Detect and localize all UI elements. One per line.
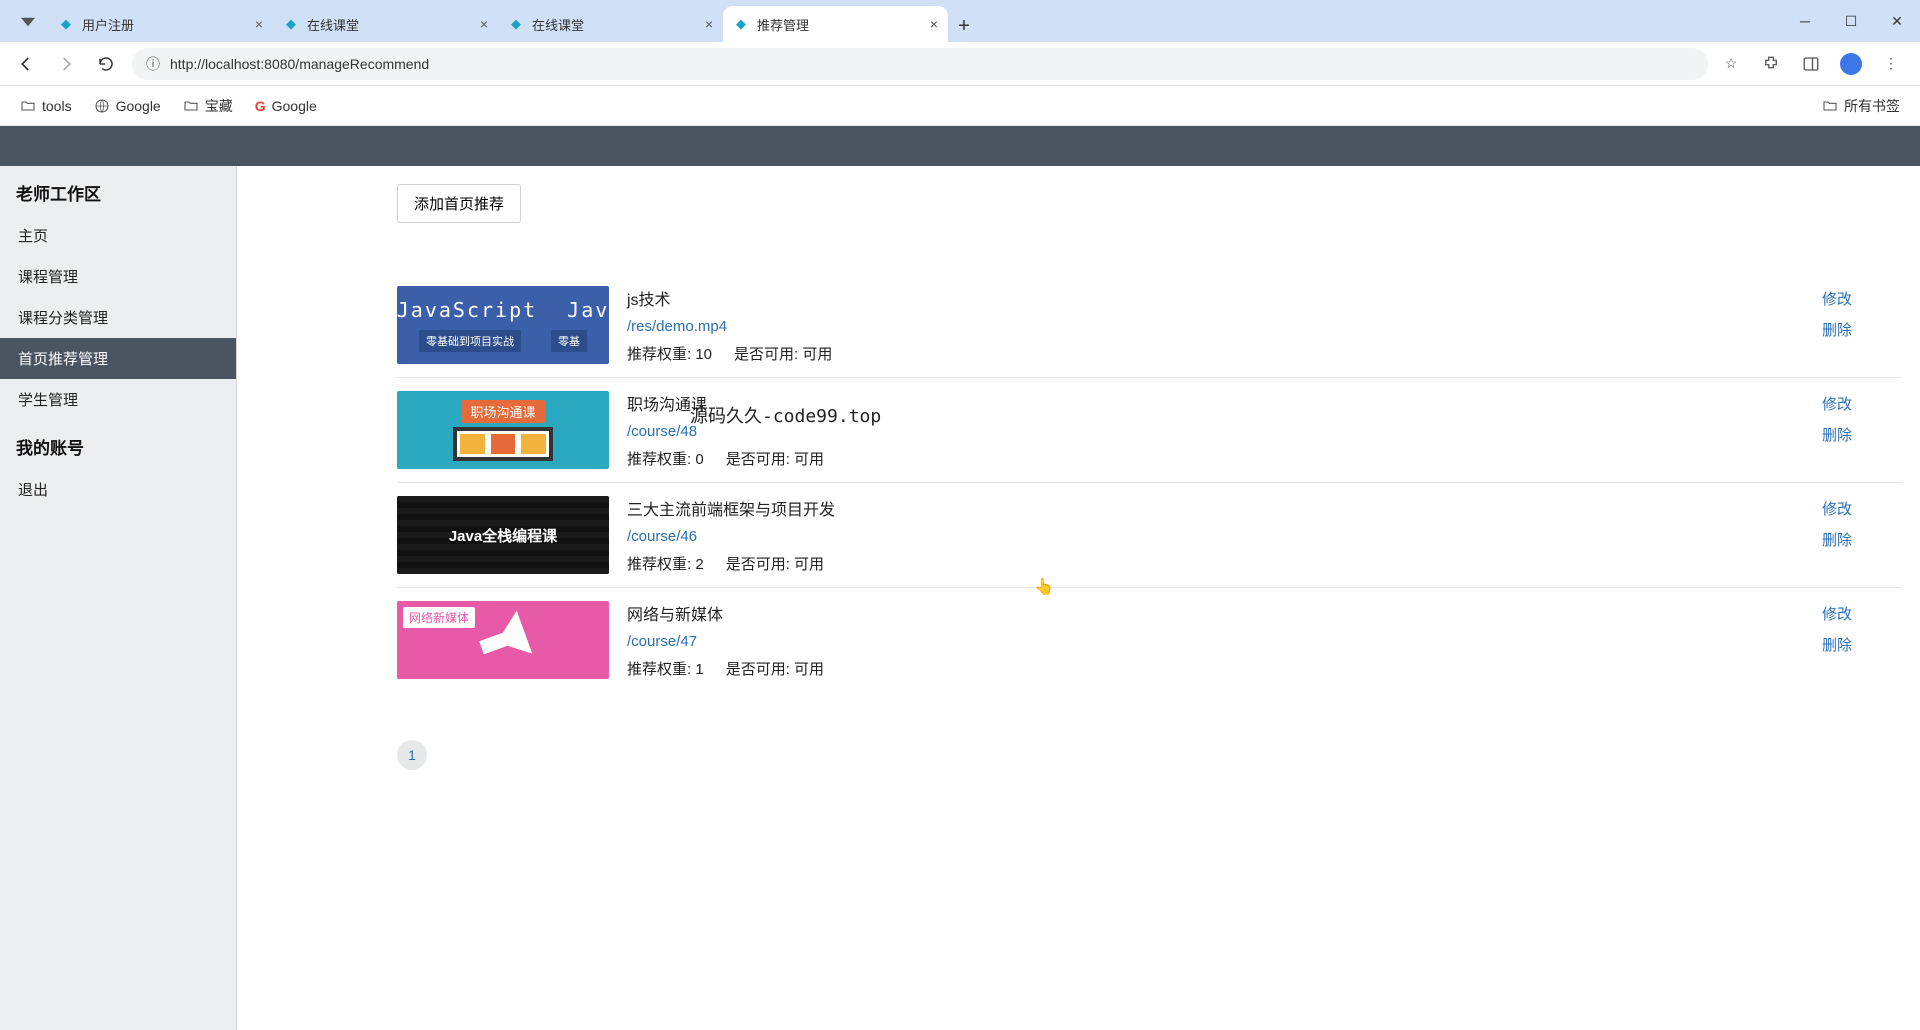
browser-tab-2[interactable]: ◆ 在线课堂 ×	[498, 6, 723, 42]
close-icon[interactable]: ×	[705, 16, 713, 32]
pagination: 1	[397, 740, 1902, 770]
forward-button[interactable]	[52, 50, 80, 78]
sidebar: 老师工作区 主页 课程管理 课程分类管理 首页推荐管理 学生管理 我的账号 退出	[0, 166, 237, 1030]
edit-link[interactable]: 修改	[1822, 288, 1902, 309]
maximize-button[interactable]: ☐	[1828, 0, 1874, 42]
browser-chrome: ◆ 用户注册 × ◆ 在线课堂 × ◆ 在线课堂 × ◆ 推荐管理 × + ─ …	[0, 0, 1920, 126]
tab-title: 用户注册	[82, 15, 134, 34]
course-thumbnail[interactable]: 网络新媒体	[397, 601, 609, 679]
page-1[interactable]: 1	[397, 740, 427, 770]
course-title: 网络与新媒体	[627, 601, 1804, 625]
star-icon[interactable]: ☆	[1720, 53, 1742, 75]
list-item: Java全栈编程课 三大主流前端框架与项目开发 /course/46 推荐权重:…	[397, 483, 1902, 588]
tab-title: 在线课堂	[307, 15, 359, 34]
tab-title: 推荐管理	[757, 15, 809, 34]
bookmark-google[interactable]: Google	[94, 98, 161, 114]
url-field[interactable]: ⓘ http://localhost:8080/manageRecommend	[132, 48, 1708, 80]
course-link[interactable]: /res/demo.mp4	[627, 318, 1804, 335]
cursor-icon: 👆	[1034, 577, 1054, 597]
course-meta: 推荐权重: 2 是否可用: 可用	[627, 553, 1804, 574]
app-header-bar	[0, 126, 1920, 166]
list-item: 网络新媒体 网络与新媒体 /course/47 推荐权重: 1 是否可用: 可用…	[397, 588, 1902, 692]
favicon-icon: ◆	[58, 16, 74, 32]
url-text: http://localhost:8080/manageRecommend	[170, 56, 429, 72]
edit-link[interactable]: 修改	[1822, 498, 1902, 519]
sidebar-item-course[interactable]: 课程管理	[0, 256, 236, 297]
edit-link[interactable]: 修改	[1822, 393, 1902, 414]
course-meta: 推荐权重: 1 是否可用: 可用	[627, 658, 1804, 679]
browser-tab-3[interactable]: ◆ 推荐管理 ×	[723, 6, 948, 42]
course-link[interactable]: /course/46	[627, 528, 1804, 545]
course-thumbnail[interactable]: Java全栈编程课	[397, 496, 609, 574]
tab-title: 在线课堂	[532, 15, 584, 34]
course-title: js技术	[627, 286, 1804, 310]
toolbar-right: ☆ ⋮	[1720, 53, 1908, 75]
bookmark-bar: tools Google 宝藏 GGoogle 所有书签	[0, 86, 1920, 126]
sidebar-item-recommend[interactable]: 首页推荐管理	[0, 338, 236, 379]
panel-icon[interactable]	[1800, 53, 1822, 75]
profile-avatar[interactable]	[1840, 53, 1862, 75]
address-bar: ⓘ http://localhost:8080/manageRecommend …	[0, 42, 1920, 86]
extensions-icon[interactable]	[1760, 53, 1782, 75]
browser-tab-0[interactable]: ◆ 用户注册 ×	[48, 6, 273, 42]
bookmark-google-2[interactable]: GGoogle	[255, 98, 317, 114]
edit-link[interactable]: 修改	[1822, 603, 1902, 624]
window-controls: ─ ☐ ✕	[1782, 0, 1920, 42]
course-meta: 推荐权重: 10 是否可用: 可用	[627, 343, 1804, 364]
add-recommend-button[interactable]: 添加首页推荐	[397, 184, 521, 223]
new-tab-button[interactable]: +	[948, 10, 980, 42]
site-info-icon[interactable]: ⓘ	[146, 54, 160, 74]
delete-link[interactable]: 删除	[1822, 529, 1902, 550]
tab-list-button[interactable]	[12, 6, 44, 38]
menu-icon[interactable]: ⋮	[1880, 53, 1902, 75]
course-thumbnail[interactable]: JavaScriptJav 零基础到项目实战零基	[397, 286, 609, 364]
tab-strip: ◆ 用户注册 × ◆ 在线课堂 × ◆ 在线课堂 × ◆ 推荐管理 × + ─ …	[0, 0, 1920, 42]
bookmark-treasure[interactable]: 宝藏	[183, 96, 233, 116]
recommend-list: JavaScriptJav 零基础到项目实战零基 js技术 /res/demo.…	[397, 273, 1902, 692]
sidebar-section-teacher: 老师工作区	[0, 166, 236, 215]
delete-link[interactable]: 删除	[1822, 634, 1902, 655]
sidebar-item-student[interactable]: 学生管理	[0, 379, 236, 420]
list-item: 职场沟通课 职场沟通课 /course/48 推荐权重: 0 是否可用: 可用 …	[397, 378, 1902, 483]
back-button[interactable]	[12, 50, 40, 78]
app-body: 老师工作区 主页 课程管理 课程分类管理 首页推荐管理 学生管理 我的账号 退出…	[0, 166, 1920, 1030]
close-icon[interactable]: ×	[480, 16, 488, 32]
minimize-button[interactable]: ─	[1782, 0, 1828, 42]
course-thumbnail[interactable]: 职场沟通课	[397, 391, 609, 469]
favicon-icon: ◆	[508, 16, 524, 32]
course-link[interactable]: /course/47	[627, 633, 1804, 650]
favicon-icon: ◆	[283, 16, 299, 32]
browser-tab-1[interactable]: ◆ 在线课堂 ×	[273, 6, 498, 42]
sidebar-item-category[interactable]: 课程分类管理	[0, 297, 236, 338]
sidebar-item-logout[interactable]: 退出	[0, 469, 236, 510]
delete-link[interactable]: 删除	[1822, 319, 1902, 340]
close-window-button[interactable]: ✕	[1874, 0, 1920, 42]
watermark-center: 源码久久-code99.top	[690, 402, 881, 428]
main-content: 添加首页推荐 JavaScriptJav 零基础到项目实战零基 js技术 /re…	[237, 166, 1920, 1030]
delete-link[interactable]: 删除	[1822, 424, 1902, 445]
bookmark-tools[interactable]: tools	[20, 98, 72, 114]
all-bookmarks[interactable]: 所有书签	[1822, 96, 1900, 116]
close-icon[interactable]: ×	[930, 16, 938, 32]
course-meta: 推荐权重: 0 是否可用: 可用	[627, 448, 1804, 469]
favicon-icon: ◆	[733, 16, 749, 32]
course-title: 三大主流前端框架与项目开发	[627, 496, 1804, 520]
sidebar-item-home[interactable]: 主页	[0, 215, 236, 256]
sidebar-section-account: 我的账号	[0, 420, 236, 469]
reload-button[interactable]	[92, 50, 120, 78]
close-icon[interactable]: ×	[255, 16, 263, 32]
list-item: JavaScriptJav 零基础到项目实战零基 js技术 /res/demo.…	[397, 273, 1902, 378]
